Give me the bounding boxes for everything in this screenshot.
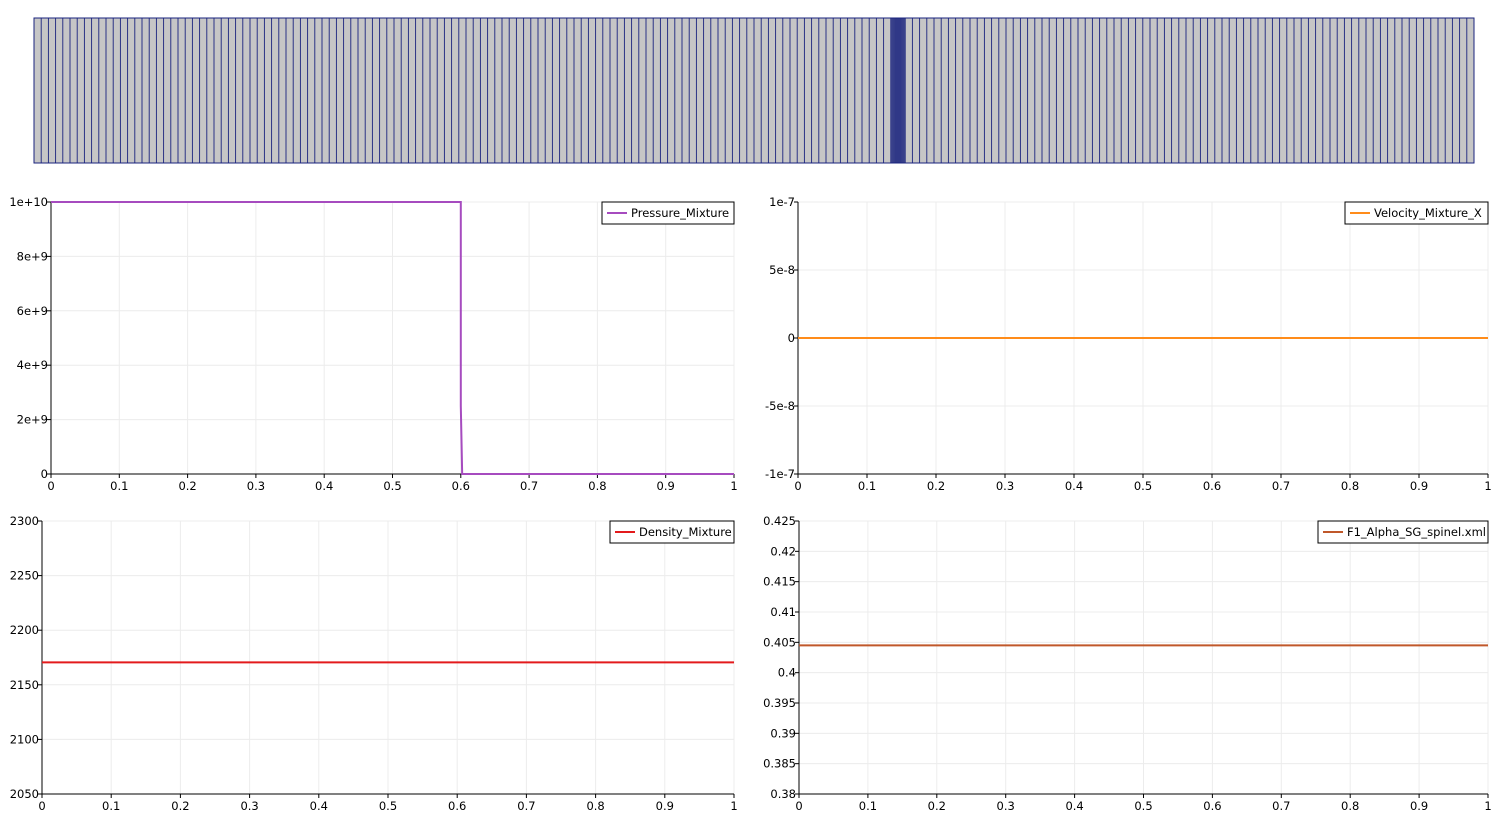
legend: Velocity_Mixture_X	[1344, 201, 1489, 225]
y-tick-label: -1e-7	[765, 467, 795, 481]
y-tick-label: 0.38	[770, 787, 796, 801]
x-tick-label: 0.5	[1134, 799, 1152, 813]
y-tick-label: 0.385	[763, 757, 796, 771]
x-tick-label: 0.5	[383, 479, 401, 493]
x-tick-label: 0.8	[1341, 799, 1359, 813]
y-tick-label: 4e+9	[17, 358, 48, 372]
grid	[798, 520, 1489, 795]
x-tick-label: 0.3	[997, 799, 1015, 813]
x-tick-label: 0.1	[858, 479, 876, 493]
x-tick-label: 0.3	[240, 799, 258, 813]
legend-label: F1_Alpha_SG_spinel.xml	[1347, 525, 1486, 539]
y-tick-label: 0.405	[763, 635, 796, 649]
y-tick-label: 5e-8	[769, 263, 795, 277]
x-tick-label: 0.7	[517, 799, 535, 813]
x-tick-label: 0.8	[586, 799, 604, 813]
y-tick-label: 0.395	[763, 696, 796, 710]
x-tick-label: 0.6	[452, 479, 470, 493]
x-tick-label: 0.4	[1065, 799, 1083, 813]
y-tick-label: 2200	[10, 623, 39, 637]
x-tick-label: 0.5	[1134, 479, 1152, 493]
x-tick-label: 0.6	[1203, 799, 1221, 813]
x-tick-label: 0.9	[1410, 799, 1428, 813]
x-tick-label: 0.2	[178, 479, 196, 493]
legend: Density_Mixture	[609, 520, 735, 544]
x-tick-label: 0.8	[1341, 479, 1359, 493]
y-tick-label: 2050	[10, 787, 39, 801]
x-tick-label: 0	[47, 479, 54, 493]
grid	[41, 520, 735, 795]
x-tick-label: 0.2	[928, 799, 946, 813]
velocity-line-chart[interactable]: 0 0.1 0.2 0.3 0.4 0.5 0.6 0.7 0.8 0.9 1 -1e-7 -5e-8 0…	[754, 190, 1508, 506]
x-tick-label: 0.3	[247, 479, 265, 493]
x-tick-label: 0.7	[1272, 479, 1290, 493]
y-tick-label: 0.42	[770, 544, 796, 558]
y-tick-label: 6e+9	[17, 304, 48, 318]
x-tick-label: 0.2	[171, 799, 189, 813]
x-tick-label: 0.4	[1065, 479, 1083, 493]
x-tick-label: 0.5	[379, 799, 397, 813]
y-tick-label: 8e+9	[17, 249, 48, 263]
alpha-line-chart[interactable]: 0 0.1 0.2 0.3 0.4 0.5 0.6 0.7 0.8 0.9 1 0.38 0.385 0.…	[754, 508, 1508, 822]
y-tick-label: 1e+10	[9, 195, 48, 209]
mesh-view[interactable]	[0, 0, 1508, 190]
y-tick-label: 0	[41, 467, 48, 481]
x-tick-label: 0	[38, 799, 45, 813]
density-line-chart[interactable]: 0 0.1 0.2 0.3 0.4 0.5 0.6 0.7 0.8 0.9 1 2050 2100 215…	[0, 508, 754, 822]
x-tick-label: 0.9	[1410, 479, 1428, 493]
x-tick-label: 0	[795, 799, 802, 813]
y-tick-label: 0.41	[770, 605, 796, 619]
x-tick-label: 0.7	[520, 479, 538, 493]
y-tick-label: 0	[788, 331, 795, 345]
x-tick-label: 1	[1484, 799, 1491, 813]
legend: Pressure_Mixture	[601, 201, 735, 225]
y-tick-label: 0.415	[763, 575, 796, 589]
x-tick-label: 0.2	[927, 479, 945, 493]
legend-label: Pressure_Mixture	[631, 206, 729, 220]
x-tick-label: 0.1	[859, 799, 877, 813]
x-tick-label: 0.6	[1203, 479, 1221, 493]
x-tick-label: 0.8	[588, 479, 606, 493]
legend: F1_Alpha_SG_spinel.xml	[1317, 520, 1489, 544]
y-tick-label: 2100	[10, 732, 39, 746]
y-tick-label: 0.4	[778, 666, 796, 680]
x-tick-label: 0.9	[657, 479, 675, 493]
x-tick-label: 0.7	[1272, 799, 1290, 813]
x-tick-label: 0.3	[996, 479, 1014, 493]
y-tick-label: -5e-8	[765, 399, 795, 413]
legend-label: Velocity_Mixture_X	[1374, 206, 1482, 220]
y-tick-label: 1e-7	[769, 195, 795, 209]
y-tick-label: 2150	[10, 678, 39, 692]
x-tick-label: 1	[730, 479, 737, 493]
x-tick-label: 0.1	[110, 479, 128, 493]
legend-label: Density_Mixture	[639, 525, 732, 539]
y-tick-label: 0.39	[770, 726, 796, 740]
x-tick-label: 1	[730, 799, 737, 813]
x-tick-label: 0.1	[102, 799, 120, 813]
y-tick-label: 2e+9	[17, 413, 48, 427]
x-tick-label: 1	[1484, 479, 1491, 493]
y-tick-label: 2250	[10, 569, 39, 583]
pressure-line-chart[interactable]: 0 0.1 0.2 0.3 0.4 0.5 0.6 0.7 0.8 0.9 1 0 2e+9 4e+9 6e…	[0, 190, 754, 506]
x-tick-label: 0.6	[448, 799, 466, 813]
x-tick-label: 0.4	[310, 799, 328, 813]
x-tick-label: 0.9	[656, 799, 674, 813]
grid	[50, 201, 735, 475]
x-tick-label: 0	[794, 479, 801, 493]
y-tick-label: 2300	[10, 514, 39, 528]
x-tick-label: 0.4	[315, 479, 333, 493]
y-tick-label: 0.425	[763, 514, 796, 528]
